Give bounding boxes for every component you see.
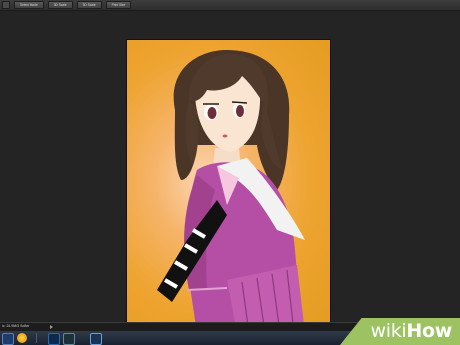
workspace — [0, 11, 460, 334]
select-mode-button[interactable]: Select Mode — [14, 1, 44, 9]
3d-scale-button-2[interactable]: 3D Scale — [76, 1, 102, 9]
logo-suffix: How — [406, 320, 452, 342]
tool-preset-icon[interactable] — [2, 1, 10, 9]
status-menu-arrow-icon[interactable] — [50, 325, 53, 329]
taskbar-divider — [36, 333, 37, 343]
premiere-icon[interactable] — [90, 333, 102, 345]
document-canvas[interactable] — [126, 39, 331, 334]
anime-girl-illustration — [157, 50, 305, 333]
logo-prefix: wiki — [370, 320, 407, 342]
wikihow-logo: wikiHow — [370, 320, 452, 342]
options-bar: Select Mode 3D Scale 3D Scale Print Size — [0, 0, 460, 11]
3d-scale-button[interactable]: 3D Scale — [47, 1, 73, 9]
print-size-button[interactable]: Print Size — [105, 1, 132, 9]
photoshop-icon[interactable] — [48, 333, 60, 345]
browser-icon[interactable] — [17, 333, 27, 343]
mail-icon[interactable] — [2, 333, 14, 345]
document-size-text: ic: 24.9M/3 Softer — [2, 324, 30, 328]
after-effects-icon[interactable] — [63, 333, 75, 345]
